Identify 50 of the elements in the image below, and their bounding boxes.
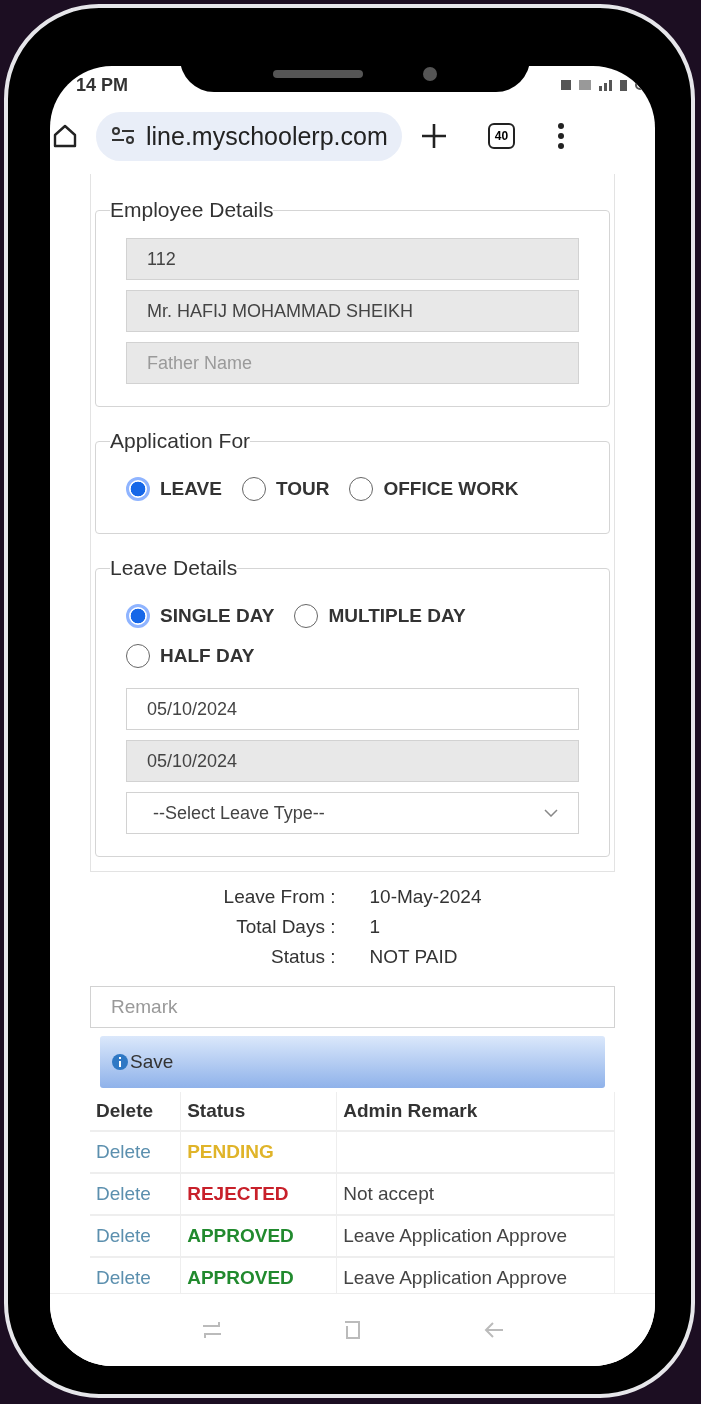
summary-value: 10-May-2024 (369, 886, 483, 908)
status-time: 14 PM (76, 74, 129, 96)
status-text: APPROVED (187, 1267, 294, 1288)
delete-link[interactable]: Delete (96, 1267, 151, 1288)
section-title: Application For (110, 429, 251, 453)
delete-link[interactable]: Delete (96, 1225, 151, 1246)
readonly-field[interactable]: 112 (126, 238, 579, 280)
tab-count-button[interactable]: 40 (487, 123, 516, 149)
radio-button[interactable] (126, 477, 150, 501)
summary-label: Total Days : (235, 916, 336, 938)
column-header: Delete (90, 1092, 181, 1131)
delete-link[interactable]: Delete (96, 1183, 151, 1204)
date-field[interactable]: 05/10/2024 (126, 688, 579, 730)
save-button[interactable]: Save (100, 1036, 605, 1088)
address-bar[interactable]: line.myschoolerp.com (96, 111, 402, 161)
radio-label[interactable]: MULTIPLE DAY (328, 605, 466, 627)
summary-label: Leave From : (222, 886, 336, 908)
status-text: REJECTED (187, 1183, 289, 1204)
leave-type-dropdown[interactable]: --Select Leave Type-- (126, 792, 579, 834)
chevron-down-icon (544, 809, 558, 817)
radio-button[interactable] (126, 604, 150, 628)
date-field[interactable]: 05/10/2024 (126, 740, 579, 782)
table-cell: Leave Application Approve (343, 1225, 568, 1246)
radio-label[interactable]: LEAVE (160, 478, 222, 500)
readonly-field[interactable]: Mr. HAFIJ MOHAMMAD SHEIKH (126, 290, 579, 332)
column-header: Status (180, 1092, 337, 1131)
table-cell: Leave Application Approve (343, 1267, 568, 1288)
menu-icon[interactable] (557, 122, 566, 150)
signal-icon (599, 79, 612, 91)
new-tab-icon[interactable] (419, 122, 448, 150)
site-settings-icon[interactable] (110, 126, 136, 146)
home-icon[interactable] (52, 123, 78, 149)
summary-label: Status : (270, 946, 336, 968)
radio-label[interactable]: OFFICE WORK (383, 478, 519, 500)
status-text: APPROVED (187, 1225, 294, 1246)
status-text: PENDING (187, 1141, 274, 1162)
battery-icon (620, 79, 627, 91)
notification-icon (561, 80, 571, 90)
column-header: Admin Remark (336, 1092, 615, 1131)
summary-value: NOT PAID (369, 946, 459, 968)
info-icon (112, 1054, 128, 1070)
summary-value: 1 (369, 916, 382, 938)
radio-label[interactable]: TOUR (275, 478, 330, 500)
table-cell: Not accept (343, 1183, 435, 1204)
radio-label[interactable]: SINGLE DAY (160, 605, 275, 627)
lte-icon (579, 80, 591, 90)
section-title: Leave Details (110, 556, 238, 580)
radio-label[interactable]: HALF DAY (160, 645, 255, 667)
section-title: Employee Details (110, 198, 274, 222)
delete-link[interactable]: Delete (96, 1141, 151, 1162)
